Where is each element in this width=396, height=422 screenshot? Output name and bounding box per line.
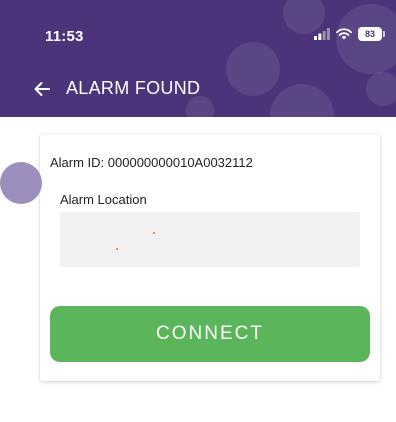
floating-assistive-button[interactable] — [0, 162, 42, 204]
status-time: 11:53 — [45, 28, 84, 45]
arrow-left-icon[interactable] — [33, 80, 51, 98]
alarm-location-map[interactable] — [60, 212, 360, 267]
battery-level: 83 — [364, 29, 375, 39]
page-title: ALARM FOUND — [66, 78, 201, 98]
alarm-location-label: Alarm Location — [60, 192, 147, 207]
connect-button[interactable]: CONNECT — [50, 306, 370, 362]
status-bar: 11:53 83 — [0, 0, 396, 60]
wifi-icon — [336, 28, 352, 40]
location-dot — [116, 248, 118, 250]
status-icons: 83 — [314, 26, 385, 42]
battery-icon: 83 — [358, 27, 385, 41]
alarm-id-text: Alarm ID: 000000000010A0032112 — [50, 155, 253, 170]
app-header: 11:53 83 ALARM FOUND — [0, 0, 396, 117]
location-dot — [153, 232, 155, 234]
alarm-card: Alarm ID: 000000000010A0032112 Alarm Loc… — [40, 134, 380, 381]
app-bar: ALARM FOUND — [0, 72, 396, 106]
cellular-signal-icon — [314, 28, 330, 40]
